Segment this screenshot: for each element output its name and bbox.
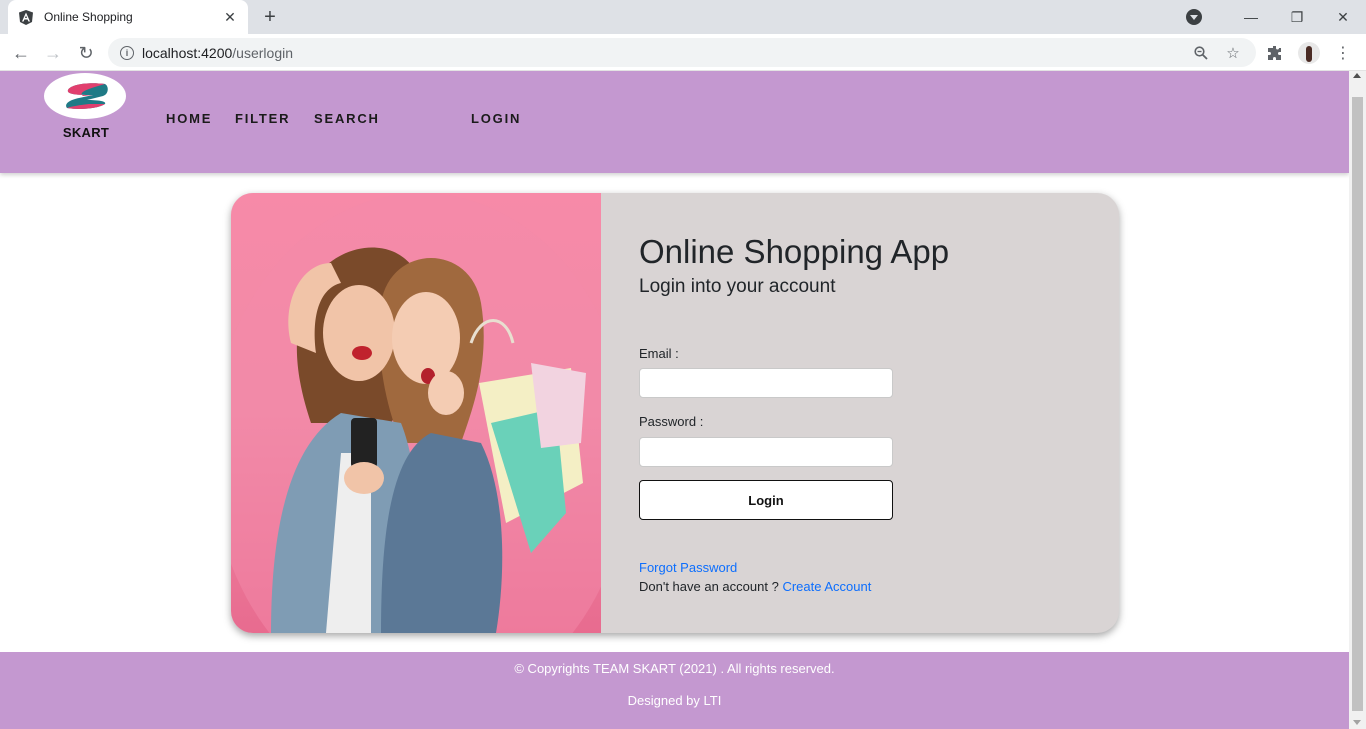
- designed-by-text: Designed by LTI: [627, 693, 722, 708]
- site-info-icon[interactable]: i: [120, 45, 134, 60]
- minimize-icon[interactable]: —: [1228, 0, 1274, 34]
- login-form: Online Shopping App Login into your acco…: [601, 193, 1119, 633]
- profile-avatar[interactable]: [1298, 42, 1320, 64]
- scroll-up-icon[interactable]: [1353, 73, 1361, 78]
- bookmark-star-icon[interactable]: ☆: [1222, 42, 1244, 64]
- tab-search-icon[interactable]: [1186, 9, 1202, 25]
- login-button[interactable]: Login: [639, 480, 893, 520]
- nav-search[interactable]: SEARCH: [314, 111, 380, 126]
- window-controls: — ❐ ✕: [1186, 0, 1366, 34]
- password-field[interactable]: [639, 437, 893, 467]
- restore-icon[interactable]: ❐: [1274, 0, 1320, 34]
- app-footer: © Copyrights TEAM SKART (2021) . All rig…: [0, 652, 1349, 729]
- close-tab-icon[interactable]: ✕: [222, 9, 238, 25]
- signup-prompt: Don't have an account ? Create Account: [639, 579, 871, 594]
- email-field[interactable]: [639, 368, 893, 398]
- login-card: Online Shopping App Login into your acco…: [231, 193, 1119, 633]
- nav-login[interactable]: LOGIN: [471, 111, 521, 126]
- menu-kebab-icon[interactable]: ⋮: [1330, 40, 1356, 66]
- new-tab-icon[interactable]: +: [258, 5, 282, 29]
- forward-icon[interactable]: →: [40, 40, 66, 66]
- page-title: Online Shopping App: [639, 233, 950, 270]
- back-icon[interactable]: ←: [8, 40, 34, 66]
- scroll-thumb[interactable]: [1352, 97, 1363, 711]
- create-account-link[interactable]: Create Account: [782, 579, 871, 594]
- extensions-icon[interactable]: [1262, 40, 1288, 66]
- app-header: SKART HOME FILTER SEARCH LOGIN: [0, 71, 1349, 173]
- page-viewport: SKART HOME FILTER SEARCH LOGIN Online Sh…: [0, 71, 1349, 729]
- page-subtitle: Login into your account: [639, 276, 836, 297]
- scroll-down-icon[interactable]: [1353, 720, 1361, 725]
- copyright-text: © Copyrights TEAM SKART (2021) . All rig…: [514, 661, 835, 676]
- skart-logo[interactable]: [44, 73, 126, 119]
- browser-toolbar: ← → ↻ i localhost:4200/userlogin ☆ ⋮: [0, 34, 1366, 71]
- shopping-girls-image: [231, 193, 601, 633]
- email-label: Email :: [639, 346, 679, 361]
- browser-tab[interactable]: Online Shopping ✕: [8, 0, 248, 34]
- nav-filter[interactable]: FILTER: [235, 111, 290, 126]
- nav-home[interactable]: HOME: [166, 111, 212, 126]
- address-bar[interactable]: i localhost:4200/userlogin ☆: [108, 38, 1256, 67]
- browser-tab-strip: Online Shopping ✕ + — ❐ ✕: [0, 0, 1366, 34]
- reload-icon[interactable]: ↻: [73, 40, 99, 66]
- no-account-text: Don't have an account ?: [639, 579, 779, 594]
- forgot-password-link[interactable]: Forgot Password: [639, 560, 737, 575]
- brand-name: SKART: [62, 125, 110, 140]
- password-label: Password :: [639, 414, 704, 429]
- tab-title: Online Shopping: [44, 10, 133, 24]
- page-scrollbar[interactable]: [1349, 71, 1366, 729]
- zoom-icon[interactable]: [1190, 42, 1212, 64]
- close-window-icon[interactable]: ✕: [1320, 0, 1366, 34]
- url-text[interactable]: localhost:4200/userlogin: [142, 45, 1180, 61]
- angular-icon: [18, 9, 34, 25]
- toolbar-actions: ⋮: [1262, 40, 1356, 66]
